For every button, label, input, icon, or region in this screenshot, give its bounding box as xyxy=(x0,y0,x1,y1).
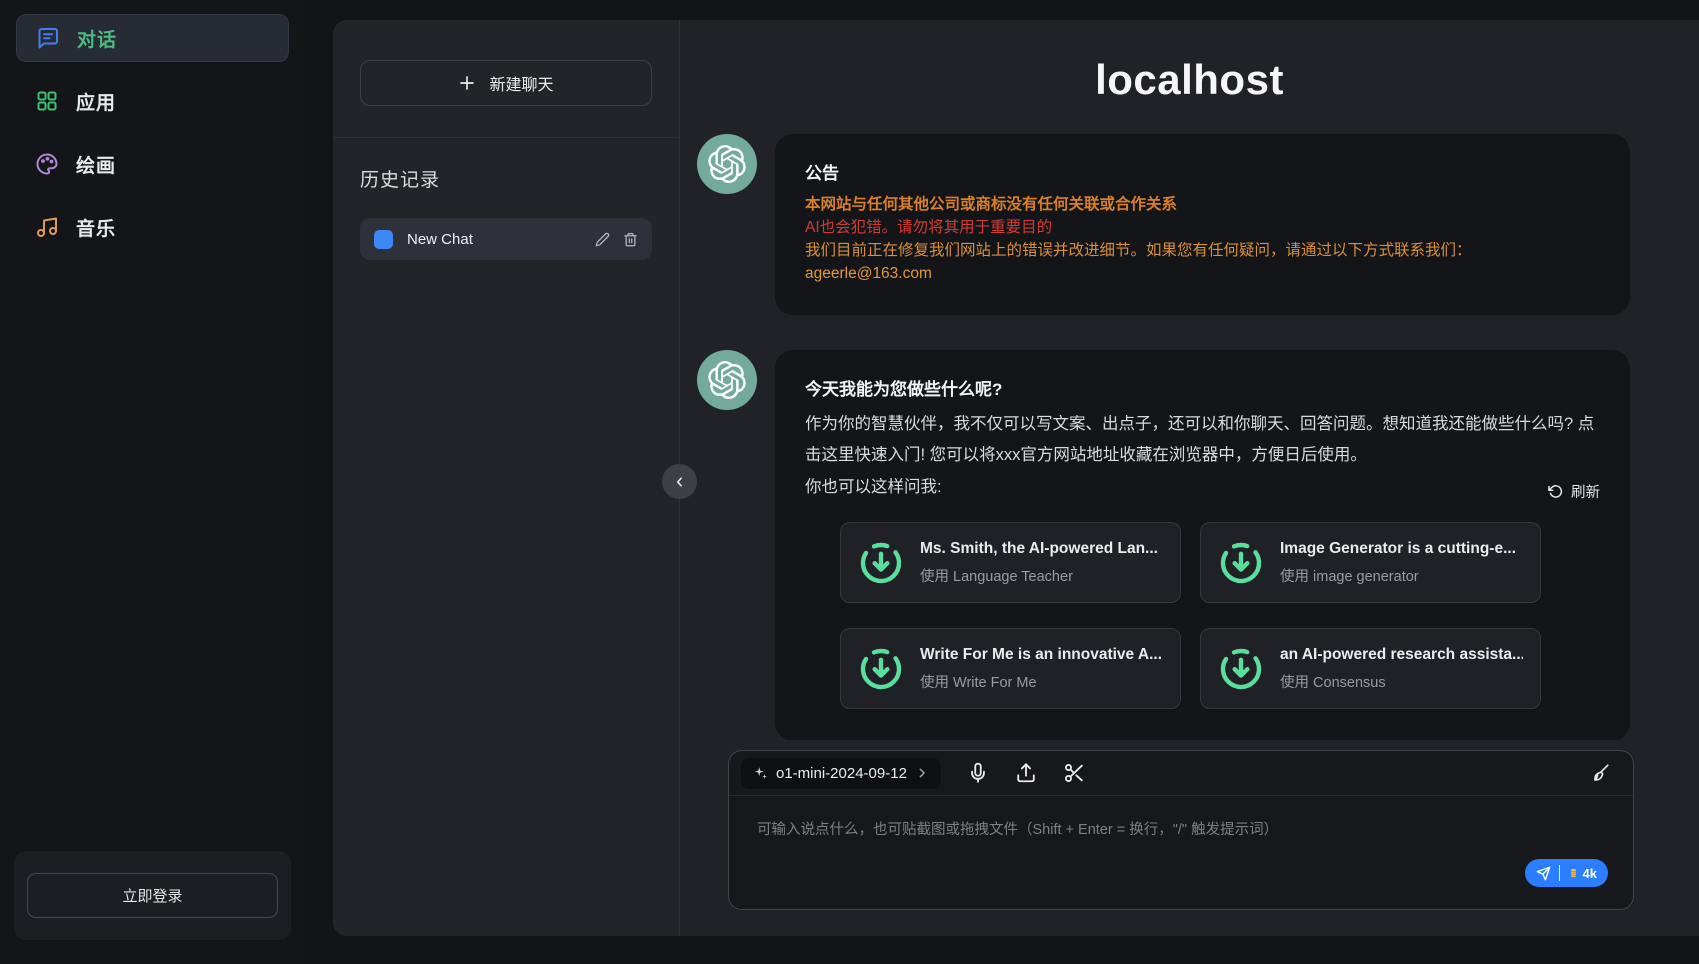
upload-file-button[interactable] xyxy=(1015,762,1037,784)
suggestion-texts: Image Generator is a cutting-e... 使用 ima… xyxy=(1280,540,1516,586)
hint-row: 你也可以这样问我: 刷新 xyxy=(805,473,1600,502)
chat-item-actions xyxy=(595,232,638,247)
model-selector[interactable]: o1-mini-2024-09-12 xyxy=(741,758,941,789)
content-panel: 新建聊天 历史记录 New Chat xyxy=(333,20,1699,936)
suggestion-title: Write For Me is an innovative A... xyxy=(920,646,1162,664)
announcement-line-1: 本网站与任何其他公司或商标没有任何关联或合作关系 xyxy=(805,193,1600,216)
suggestion-card[interactable]: Write For Me is an innovative A... 使用 Wr… xyxy=(840,628,1181,709)
sidebar-item-chat[interactable]: 对话 xyxy=(16,14,289,62)
welcome-body: 作为你的智慧伙伴，我不仅可以写文案、出点子，还可以和你聊天、回答问题。想知道我还… xyxy=(805,409,1600,471)
apps-grid-icon xyxy=(35,89,59,113)
sidebar-item-label: 绘画 xyxy=(76,151,116,178)
chat-color-swatch xyxy=(374,230,393,249)
ask-hint: 你也可以这样问我: xyxy=(805,473,1548,502)
suggestion-subtitle: 使用 image generator xyxy=(1280,565,1516,586)
arrow-down-circle-icon xyxy=(858,646,904,692)
suggestion-texts: Write For Me is an innovative A... 使用 Wr… xyxy=(920,646,1162,692)
sidebar-item-draw[interactable]: 绘画 xyxy=(16,140,289,188)
suggestion-subtitle: 使用 Language Teacher xyxy=(920,565,1158,586)
suggestion-texts: Ms. Smith, the AI-powered Lan... 使用 Lang… xyxy=(920,540,1158,586)
login-button[interactable]: 立即登录 xyxy=(27,873,278,918)
suggestion-grid: Ms. Smith, the AI-powered Lan... 使用 Lang… xyxy=(840,522,1600,709)
message-input[interactable] xyxy=(729,796,1633,909)
upload-icon xyxy=(1015,762,1037,784)
divider xyxy=(333,137,679,138)
suggestion-subtitle: 使用 Write For Me xyxy=(920,671,1162,692)
app-window: 对话 应用 绘画 音乐 立即登录 xyxy=(0,0,1699,964)
sidebar-item-music[interactable]: 音乐 xyxy=(16,203,289,251)
page-title: localhost xyxy=(680,56,1699,104)
delete-chat-icon[interactable] xyxy=(623,232,638,247)
refresh-suggestions-button[interactable]: 刷新 xyxy=(1548,481,1600,502)
token-badge: 4k xyxy=(1559,865,1597,881)
message-list: 公告 本网站与任何其他公司或商标没有任何关联或合作关系 AI也会犯错。请勿将其用… xyxy=(680,104,1699,740)
history-title: 历史记录 xyxy=(360,165,652,192)
collapse-sidebar-button[interactable] xyxy=(662,464,697,499)
contact-email: ageerle@163.com xyxy=(805,262,1600,285)
arrow-down-circle-icon xyxy=(1218,540,1264,586)
chat-item-title: New Chat xyxy=(407,231,581,248)
chevron-left-icon xyxy=(671,473,689,491)
chat-list-item[interactable]: New Chat xyxy=(360,218,652,260)
refresh-label: 刷新 xyxy=(1571,481,1600,502)
arrow-down-circle-icon xyxy=(858,540,904,586)
assistant-message-announcement: 公告 本网站与任何其他公司或商标没有任何关联或合作关系 AI也会犯错。请勿将其用… xyxy=(697,134,1630,315)
chat-main: localhost 公告 本网站与任何其他公司或商标没有任何关联或合作关系 AI… xyxy=(680,20,1699,936)
palette-icon xyxy=(35,152,59,176)
token-count: 4k xyxy=(1583,866,1597,881)
composer: o1-mini-2024-09-12 xyxy=(728,750,1634,910)
suggestion-card[interactable]: Image Generator is a cutting-e... 使用 ima… xyxy=(1200,522,1541,603)
microphone-icon xyxy=(967,762,989,784)
sidebar-item-label: 对话 xyxy=(77,25,117,52)
sidebar-item-apps[interactable]: 应用 xyxy=(16,77,289,125)
assistant-message-welcome: 今天我能为您做些什么呢? 作为你的智慧伙伴，我不仅可以写文案、出点子，还可以和你… xyxy=(697,350,1630,740)
chevron-right-icon xyxy=(915,766,929,780)
coin-icon xyxy=(1568,866,1579,880)
suggestion-card[interactable]: an AI-powered research assista... 使用 Con… xyxy=(1200,628,1541,709)
voice-input-button[interactable] xyxy=(967,762,989,784)
arrow-down-circle-icon xyxy=(1218,646,1264,692)
plus-icon xyxy=(458,74,476,92)
broom-icon xyxy=(1589,762,1611,784)
clip-screenshot-button[interactable] xyxy=(1063,762,1085,784)
welcome-title: 今天我能为您做些什么呢? xyxy=(805,375,1600,400)
suggestion-texts: an AI-powered research assista... 使用 Con… xyxy=(1280,646,1523,692)
suggestion-subtitle: 使用 Consensus xyxy=(1280,671,1523,692)
suggestion-title: Image Generator is a cutting-e... xyxy=(1280,540,1516,558)
message-bubble: 今天我能为您做些什么呢? 作为你的智慧伙伴，我不仅可以写文案、出点子，还可以和你… xyxy=(775,350,1630,740)
login-card: 立即登录 xyxy=(14,851,291,940)
composer-toolbar: o1-mini-2024-09-12 xyxy=(729,751,1633,796)
sparkle-icon xyxy=(753,766,768,781)
message-bubble: 公告 本网站与任何其他公司或商标没有任何关联或合作关系 AI也会犯错。请勿将其用… xyxy=(775,134,1630,315)
openai-logo-icon xyxy=(708,145,746,183)
suggestion-title: Ms. Smith, the AI-powered Lan... xyxy=(920,540,1158,558)
clear-context-button[interactable] xyxy=(1589,762,1611,784)
new-chat-label: 新建聊天 xyxy=(489,71,553,95)
edit-chat-icon[interactable] xyxy=(595,232,610,247)
assistant-avatar xyxy=(697,350,757,410)
model-label: o1-mini-2024-09-12 xyxy=(776,765,907,782)
announcement-line-2: AI也会犯错。请勿将其用于重要目的 xyxy=(805,216,1600,239)
announcement-line-3: 我们目前正在修复我们网站上的错误并改进细节。如果您有任何疑问，请通过以下方式联系… xyxy=(805,239,1600,262)
announcement-title: 公告 xyxy=(805,159,1600,184)
sidebar-item-label: 音乐 xyxy=(76,214,116,241)
suggestion-title: an AI-powered research assista... xyxy=(1280,646,1523,664)
chat-history-sidebar: 新建聊天 历史记录 New Chat xyxy=(333,20,680,936)
music-note-icon xyxy=(35,215,59,239)
sidebar: 对话 应用 绘画 音乐 立即登录 xyxy=(0,0,305,964)
chat-bubble-icon xyxy=(36,26,60,50)
scissors-icon xyxy=(1063,762,1085,784)
send-button[interactable]: 4k xyxy=(1525,859,1608,887)
refresh-icon xyxy=(1548,484,1563,499)
suggestion-card[interactable]: Ms. Smith, the AI-powered Lan... 使用 Lang… xyxy=(840,522,1181,603)
composer-input-area: 4k xyxy=(729,796,1633,909)
assistant-avatar xyxy=(697,134,757,194)
paper-plane-icon xyxy=(1536,866,1551,881)
new-chat-button[interactable]: 新建聊天 xyxy=(360,60,652,106)
sidebar-item-label: 应用 xyxy=(76,88,116,115)
openai-logo-icon xyxy=(708,361,746,399)
